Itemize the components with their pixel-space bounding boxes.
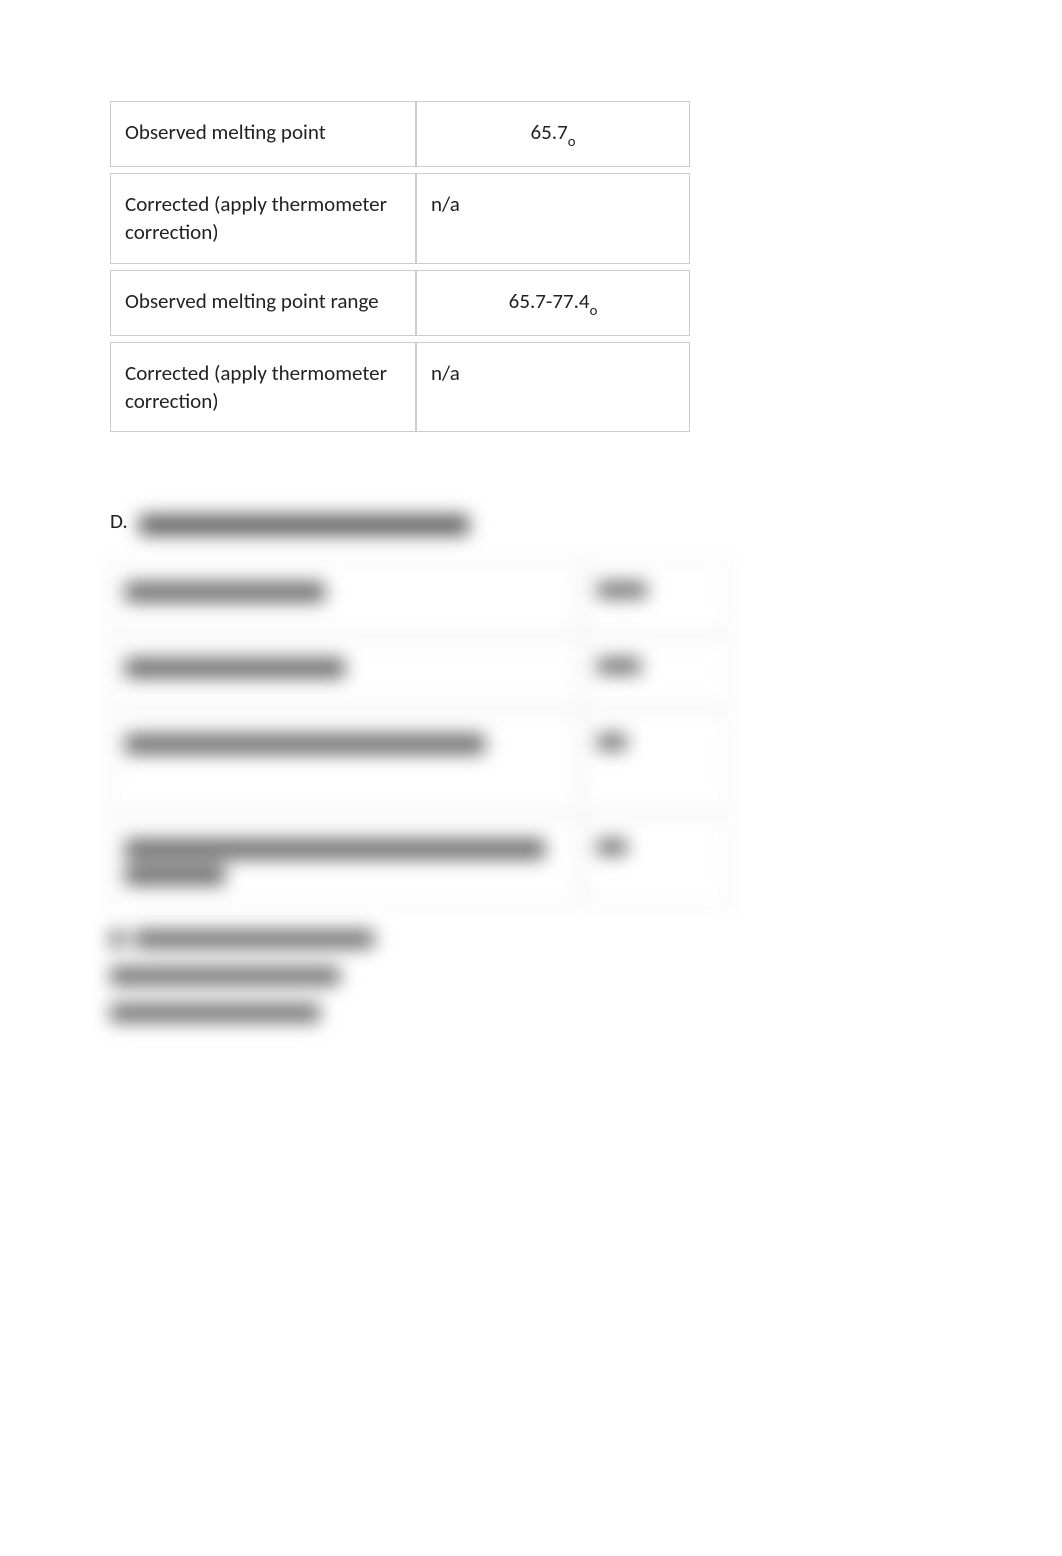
identification-line: Liquid Unknown: Hexane [110, 1004, 952, 1023]
row-value: n/a [416, 173, 690, 264]
table-row: Calculated, corrected from boiling point… [110, 818, 730, 906]
section-letter: D. [110, 508, 136, 534]
row-value: 65.7o [416, 101, 690, 167]
table-row: Corrected (apply thermometer correction)… [110, 342, 690, 433]
row-value: n/a [582, 713, 730, 812]
table-row: Observed melting point 65.7o [110, 101, 690, 167]
row-value: 65.7-77.4o [416, 270, 690, 336]
row-label: Corrected (apply thermometer correction) [110, 173, 416, 264]
identification-line: Solid Unknown: Compound [110, 967, 952, 986]
table-row: Corrected (apply thermometer correction)… [110, 173, 690, 264]
row-label: Observed melting point [110, 101, 416, 167]
table-row: Barometric Pressure Value [110, 561, 730, 631]
row-label: Barometric Pressure [110, 561, 582, 631]
table-row: Observed melting point range 65.7-77.4o [110, 270, 690, 336]
row-value: n/a [416, 342, 690, 433]
row-label: Observed melting point range [110, 270, 416, 336]
section-e-heading: E. UNKNOWN IDENTIFICATION [110, 930, 952, 949]
melting-point-table: Observed melting point 65.7o Corrected (… [110, 95, 690, 438]
boiling-point-table: Barometric Pressure Value Observed boili… [110, 555, 730, 912]
row-label: Observed boiling point [110, 637, 582, 707]
row-label: Corrected (apply thermometer correction) [110, 342, 416, 433]
row-value: 00 [582, 637, 730, 707]
row-label: Corrected (apply thermometer correction) [110, 713, 582, 812]
row-value: n/a [582, 818, 730, 906]
table-row: Corrected (apply thermometer correction)… [110, 713, 730, 812]
table-row: Observed boiling point 00 [110, 637, 730, 707]
row-value: Value [582, 561, 730, 631]
section-d-heading: D. BOILING POINT OF LIQUID UNKNOWN [110, 508, 952, 534]
redacted-heading: BOILING POINT OF LIQUID UNKNOWN [139, 514, 469, 533]
row-label: Calculated, corrected from boiling point… [110, 818, 582, 906]
redacted-section-body: Barometric Pressure Value Observed boili… [110, 555, 952, 1023]
